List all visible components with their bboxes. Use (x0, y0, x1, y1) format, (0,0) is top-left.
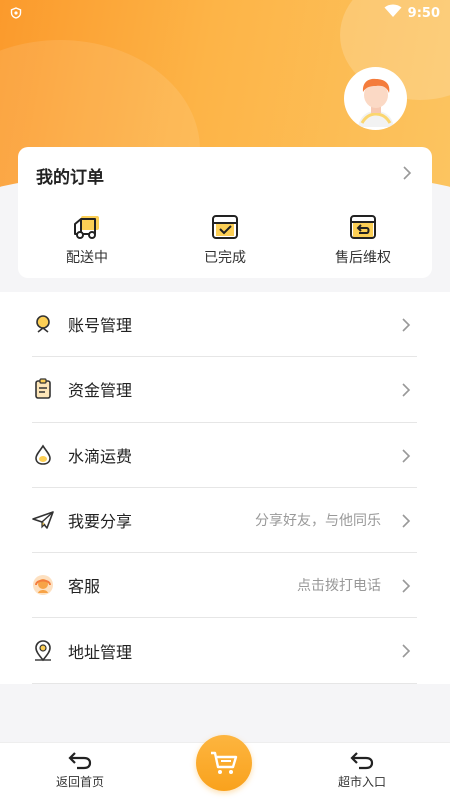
status-bar: 9:50 (0, 0, 450, 26)
order-card-title: 我的订单 (36, 168, 104, 188)
chevron-right-icon (401, 513, 411, 533)
box-check-icon (212, 215, 238, 239)
account-icon (32, 313, 54, 335)
nav-home-label: 返回首页 (56, 775, 105, 789)
order-tab-label: 配送中 (66, 250, 108, 266)
chevron-right-icon (401, 448, 411, 468)
menu-item-label: 账号管理 (68, 316, 133, 336)
user-avatar-icon (357, 78, 394, 127)
menu-item-label: 我要分享 (68, 512, 133, 532)
return-icon (350, 215, 376, 239)
cart-button[interactable] (196, 735, 252, 791)
truck-icon (74, 216, 99, 239)
location-pin-icon (32, 639, 54, 662)
menu-item-label: 客服 (68, 577, 101, 597)
chevron-right-icon (401, 578, 411, 598)
nav-home-button[interactable]: 返回首页 (56, 749, 104, 790)
avatar[interactable] (344, 67, 407, 130)
back-arrow-icon (350, 752, 374, 770)
menu-item-account[interactable]: 账号管理 (32, 292, 417, 358)
menu-item-customer-service[interactable]: 客服 点击拨打电话 (32, 553, 417, 619)
menu-item-share[interactable]: 我要分享 分享好友，与他同乐 (32, 488, 417, 554)
menu-item-label: 资金管理 (68, 381, 133, 401)
order-card: 我的订单 配送中 已完成 售后维权 (18, 147, 432, 278)
order-tab-label: 已完成 (204, 250, 246, 266)
menu-item-label: 水滴运费 (68, 446, 133, 466)
menu-item-funds[interactable]: 资金管理 (32, 357, 417, 423)
order-tab-delivering[interactable]: 配送中 (18, 213, 156, 267)
chevron-right-icon (401, 382, 411, 402)
menu-item-hint: 点击拨打电话 (297, 578, 381, 595)
menu-item-address[interactable]: 地址管理 (32, 618, 417, 684)
menu-item-label: 地址管理 (68, 642, 133, 662)
settings-menu: 账号管理 资金管理 水滴运费 我要分享 分享好友，与他同乐 客服 点击拨打电话 (0, 292, 450, 684)
clipboard-icon (32, 378, 54, 400)
wifi-icon (384, 4, 402, 22)
cart-icon (211, 751, 238, 774)
chevron-right-icon (401, 643, 411, 663)
chevron-right-icon (401, 317, 411, 337)
order-tab-completed[interactable]: 已完成 (156, 213, 294, 267)
back-arrow-icon (68, 752, 92, 770)
paper-plane-icon (32, 509, 54, 531)
order-tab-after-sales[interactable]: 售后维权 (294, 213, 432, 267)
nav-market-button[interactable]: 超市入口 (338, 749, 386, 790)
nav-market-label: 超市入口 (338, 775, 387, 789)
droplet-icon (32, 444, 54, 466)
menu-item-droplet-shipping[interactable]: 水滴运费 (32, 423, 417, 488)
menu-item-hint: 分享好友，与他同乐 (255, 513, 381, 530)
clock-text: 9:50 (407, 5, 440, 21)
shield-status-icon (10, 7, 22, 19)
headset-icon (32, 574, 54, 596)
chevron-right-icon[interactable] (402, 165, 412, 185)
order-tab-label: 售后维权 (335, 250, 391, 266)
